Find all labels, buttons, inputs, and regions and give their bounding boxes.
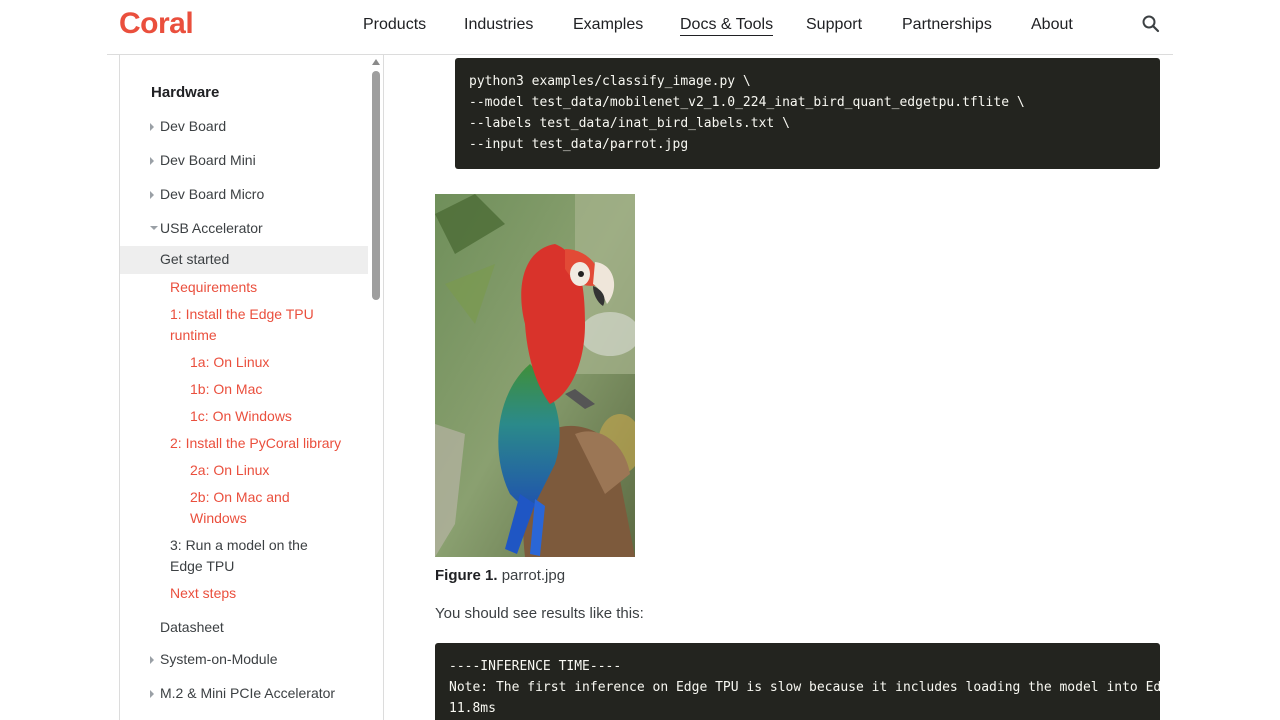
sidebar-item-install-runtime[interactable]: 1: Install the Edge TPU runtime <box>170 304 320 346</box>
sidebar-item-1b-mac[interactable]: 1b: On Mac <box>190 379 262 400</box>
sidebar-item-dev-board[interactable]: Dev Board <box>160 116 226 137</box>
scrollbar-thumb[interactable] <box>372 71 380 300</box>
nav-examples[interactable]: Examples <box>573 16 643 34</box>
sidebar-item-usb-accelerator[interactable]: USB Accelerator <box>160 218 263 239</box>
code-line: Note: The first inference on Edge TPU is… <box>449 680 1160 695</box>
sidebar-item-2a-linux[interactable]: 2a: On Linux <box>190 460 269 481</box>
sidebar-item-dev-board-mini[interactable]: Dev Board Mini <box>160 150 256 171</box>
top-header: Coral Products Industries Examples Docs … <box>107 0 1173 55</box>
nav-docs-tools[interactable]: Docs & Tools <box>680 16 774 36</box>
sidebar-item-system-on-module[interactable]: System-on-Module <box>160 649 278 670</box>
code-line: --input test_data/parrot.jpg <box>469 137 689 152</box>
sidebar-heading: Hardware <box>151 84 220 101</box>
nav-about[interactable]: About <box>1031 16 1073 34</box>
nav-support[interactable]: Support <box>806 16 862 34</box>
sidebar-item-run-model[interactable]: 3: Run a model on the Edge TPU <box>170 535 320 577</box>
code-line: python3 examples/classify_image.py \ <box>469 74 751 89</box>
sidebar-scrollbar[interactable] <box>370 55 382 720</box>
sidebar-item-dev-board-micro[interactable]: Dev Board Micro <box>160 184 264 205</box>
chevron-down-icon[interactable] <box>150 226 158 230</box>
sidebar-item-1a-linux[interactable]: 1a: On Linux <box>190 352 269 373</box>
coral-logo[interactable]: Coral <box>119 7 194 41</box>
docs-sidebar: Hardware Dev Board Dev Board Mini Dev Bo… <box>119 55 384 720</box>
sidebar-item-requirements[interactable]: Requirements <box>170 277 257 298</box>
sidebar-item-get-started[interactable]: Get started <box>160 249 229 270</box>
parrot-photo <box>435 194 635 557</box>
figure-caption: Figure 1. parrot.jpg <box>435 567 565 584</box>
output-code-block[interactable]: ----INFERENCE TIME---- Note: The first in… <box>435 643 1160 720</box>
chevron-right-icon[interactable] <box>150 157 154 165</box>
code-line: 11.8ms <box>449 701 496 716</box>
sidebar-item-next-steps[interactable]: Next steps <box>170 583 236 604</box>
scroll-up-arrow-icon[interactable] <box>372 59 380 65</box>
figure-label: Figure 1. <box>435 567 498 584</box>
figure-text: parrot.jpg <box>501 567 566 584</box>
sidebar-item-m2-mini-pcie[interactable]: M.2 & Mini PCIe Accelerator <box>160 683 335 704</box>
sidebar-item-1c-windows[interactable]: 1c: On Windows <box>190 406 292 427</box>
code-line: ----INFERENCE TIME---- <box>449 659 622 674</box>
sidebar-item-2b-mac-windows[interactable]: 2b: On Mac and Windows <box>190 487 310 529</box>
command-code-block[interactable]: python3 examples/classify_image.py \ --mo… <box>455 58 1160 169</box>
sidebar-item-datasheet[interactable]: Datasheet <box>160 617 224 638</box>
search-icon[interactable] <box>1141 14 1161 34</box>
chevron-right-icon[interactable] <box>150 191 154 199</box>
sidebar-item-install-pycoral[interactable]: 2: Install the PyCoral library <box>170 433 341 454</box>
chevron-right-icon[interactable] <box>150 656 154 664</box>
code-line: --labels test_data/inat_bird_labels.txt … <box>469 116 790 131</box>
code-line: --model test_data/mobilenet_v2_1.0_224_i… <box>469 95 1025 110</box>
sidebar-active-highlight <box>120 246 368 274</box>
chevron-right-icon[interactable] <box>150 123 154 131</box>
chevron-right-icon[interactable] <box>150 690 154 698</box>
nav-industries[interactable]: Industries <box>464 16 533 34</box>
results-paragraph: You should see results like this: <box>435 605 644 622</box>
nav-products[interactable]: Products <box>363 16 426 34</box>
nav-partnerships[interactable]: Partnerships <box>902 16 992 34</box>
